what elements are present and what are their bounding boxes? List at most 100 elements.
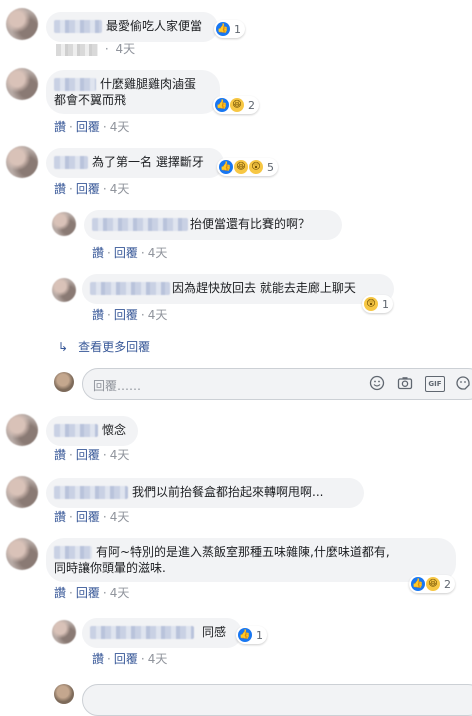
commenter-name[interactable] [90,626,194,639]
reaction-summary[interactable]: 👍 1 [236,626,267,644]
comment-bubble: 最愛偷吃人家便當 [46,12,218,42]
avatar[interactable] [6,538,38,570]
like-icon: 👍 [411,577,425,591]
commenter-name[interactable] [54,546,92,559]
commenter-name[interactable] [54,424,98,437]
comment-text: 最愛偷吃人家便當 [106,19,203,33]
like-icon: 👍 [216,22,230,36]
timestamp[interactable]: 4天 [115,42,135,56]
avatar[interactable] [52,278,76,302]
reaction-summary[interactable]: 👍 😆 2 [213,96,259,114]
camera-icon[interactable] [397,375,413,391]
reaction-summary[interactable]: 👍 😆 😲 5 [217,158,278,176]
comment-actions: 讚 · 回覆 · 4天 [54,586,130,600]
timestamp[interactable]: 4天 [148,652,168,666]
comment-text: 因為趕快放回去 就能去走廊上聊天 [172,281,356,295]
commenter-name[interactable] [54,20,102,33]
reaction-summary[interactable]: 😲 1 [362,295,393,313]
haha-icon: 😆 [426,577,440,591]
like-link[interactable]: 讚 [92,246,104,260]
comment-bubble: 有阿~特別的是進入蒸飯室那種五味雜陳,什麼味道都有, 同時讓你頭暈的滋味. [46,538,456,582]
like-link[interactable]: 讚 [54,586,66,600]
timestamp[interactable]: 4天 [110,510,130,524]
avatar[interactable] [52,212,76,236]
haha-icon: 😆 [234,160,248,174]
comment-text: 抬便當還有比賽的啊？ [190,217,311,231]
commenter-name[interactable] [54,486,128,499]
reply-link[interactable]: 回覆 [76,510,100,524]
like-icon: 👍 [215,98,229,112]
avatar [54,684,74,704]
comment-text: 懷念 [102,423,127,437]
comment-text: 為了第一名 選擇斷牙 [92,155,204,169]
comment-actions: 讚 · 回覆 · 4天 [54,182,130,196]
comment-actions: 讚 · 回覆 · 4天 [92,308,168,322]
avatar[interactable] [6,146,38,178]
reply-link[interactable]: 回覆 [76,586,100,600]
comment-bubble: 為了第一名 選擇斷牙 [46,148,224,178]
avatar[interactable] [6,414,38,446]
comment-actions: 讚 · 回覆 · 4天 [54,120,130,134]
reply-link[interactable]: 回覆 [76,448,100,462]
sticker-icon[interactable] [455,375,471,391]
reply-arrow-icon: ↳ [58,339,69,354]
comment-bubble: 什麼雞腿雞肉滷蛋 都會不翼而飛 [46,70,220,114]
haha-icon: 😆 [230,98,244,112]
like-icon: 👍 [219,160,233,174]
emoji-icon[interactable] [369,375,385,391]
like-link[interactable]: 讚 [92,308,104,322]
commenter-name[interactable] [54,78,96,91]
like-link[interactable]: 讚 [54,182,66,196]
reply-bubble: 同感 [82,618,242,648]
comment-actions: 讚 · 回覆 · 4天 [54,448,130,462]
avatar[interactable] [6,68,38,100]
timestamp[interactable]: 4天 [110,120,130,134]
wow-icon: 😲 [364,297,378,311]
comment-actions: · 4天 [56,40,135,57]
commenter-name[interactable] [54,156,88,169]
timestamp[interactable]: 4天 [148,246,168,260]
like-link[interactable]: 讚 [54,510,66,524]
reply-link[interactable]: 回覆 [114,652,138,666]
blurred-text [56,43,98,56]
comment-text: 同時讓你頭暈的滋味. [54,561,166,575]
timestamp[interactable]: 4天 [110,586,130,600]
reply-bubble: 抬便當還有比賽的啊？ [84,210,342,240]
comment-text: 同感 [202,625,227,639]
reply-link[interactable]: 回覆 [114,308,138,322]
reply-link[interactable]: 回覆 [76,182,100,196]
avatar[interactable] [52,620,76,644]
comment-actions: 讚 · 回覆 · 4天 [54,510,130,524]
reaction-summary[interactable]: 👍 😆 2 [409,575,455,593]
avatar[interactable] [6,8,38,40]
reply-link[interactable]: 回覆 [114,246,138,260]
comment-text: 都會不翼而飛 [54,93,127,107]
commenter-name[interactable] [90,282,170,295]
comment-bubble: 我們以前抬餐盒都抬起來轉啊甩啊... [46,478,364,508]
avatar[interactable] [6,476,38,508]
reply-input[interactable] [82,684,472,716]
timestamp[interactable]: 4天 [110,182,130,196]
reply-link[interactable]: 回覆 [76,120,100,134]
timestamp[interactable]: 4天 [148,308,168,322]
reply-bubble: 因為趕快放回去 就能去走廊上聊天 [82,274,394,304]
commenter-name[interactable] [92,218,188,231]
reaction-summary[interactable]: 👍 1 [214,20,245,38]
comment-text: 有阿~特別的是進入蒸飯室那種五味雜陳,什麼味道都有, [96,545,390,559]
view-more-replies[interactable]: ↳ 查看更多回覆 [58,338,150,355]
reply-input[interactable]: 回覆…… GIF [82,368,472,400]
comment-text: 什麼雞腿雞肉滷蛋 [100,77,197,91]
comment-bubble: 懷念 [46,416,138,446]
like-link[interactable]: 讚 [54,120,66,134]
avatar [54,372,74,392]
like-link[interactable]: 讚 [54,448,66,462]
like-link[interactable]: 讚 [92,652,104,666]
comment-text: 我們以前抬餐盒都抬起來轉啊甩啊... [132,485,324,499]
gif-icon[interactable]: GIF [425,376,445,392]
like-icon: 👍 [238,628,252,642]
comment-actions: 讚 · 回覆 · 4天 [92,652,168,666]
wow-icon: 😲 [249,160,263,174]
reply-placeholder: 回覆…… [93,379,142,393]
comment-actions: 讚 · 回覆 · 4天 [92,246,168,260]
timestamp[interactable]: 4天 [110,448,130,462]
